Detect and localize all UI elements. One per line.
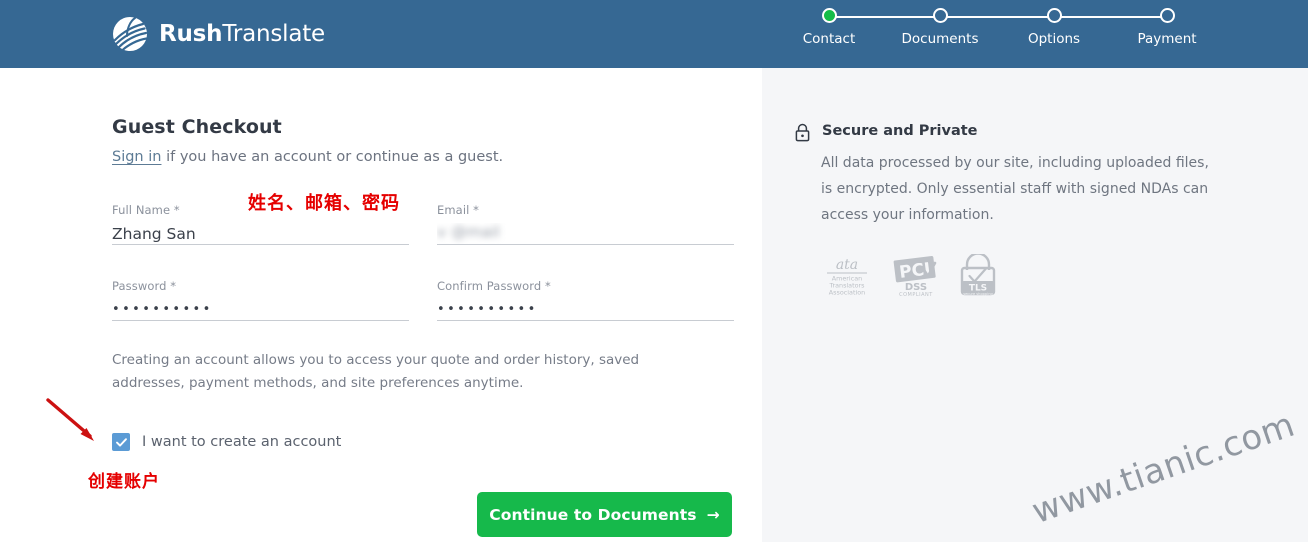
create-account-checkbox[interactable]: [112, 433, 130, 451]
ata-line-3: Association: [829, 289, 865, 297]
email-input[interactable]: v @mail: [437, 223, 734, 245]
security-info-panel: Secure and Private All data processed by…: [762, 68, 1308, 542]
confirm-password-label: Confirm Password *: [437, 279, 551, 293]
password-label: Password *: [112, 279, 177, 293]
checkout-stepper: Contact Documents Options Payment: [803, 8, 1197, 58]
confirm-password-field[interactable]: Confirm Password * ••••••••••: [437, 279, 734, 321]
confirm-password-input[interactable]: ••••••••••: [437, 299, 734, 321]
secure-private-title: Secure and Private: [822, 123, 978, 139]
brand-name-light: Translate: [222, 21, 325, 47]
continue-to-documents-button[interactable]: Continue to Documents →: [477, 492, 732, 537]
step-documents[interactable]: Documents: [880, 8, 1000, 47]
create-account-checkbox-label[interactable]: I want to create an account: [142, 434, 341, 450]
step-label-documents: Documents: [901, 31, 979, 47]
check-icon: [115, 437, 127, 447]
sign-in-link[interactable]: Sign in: [112, 149, 161, 165]
signin-prompt-rest: if you have an account or continue as a …: [161, 149, 504, 165]
step-options[interactable]: Options: [994, 8, 1114, 47]
step-contact[interactable]: Contact: [769, 8, 889, 47]
tls-badge: TLS secure shopping: [957, 252, 999, 302]
step-label-options: Options: [1027, 31, 1081, 47]
brand-name-bold: Rush: [159, 21, 223, 47]
annotation-arrow-icon: [46, 398, 94, 441]
checkout-page: RushTranslate Contact Documents Options …: [0, 0, 1308, 542]
ata-badge: ata American Translators Association: [819, 254, 875, 302]
step-payment[interactable]: Payment: [1107, 8, 1227, 47]
site-header: RushTranslate Contact Documents Options …: [0, 0, 1308, 68]
secure-private-heading: Secure and Private: [795, 122, 978, 142]
create-account-checkbox-row[interactable]: I want to create an account: [112, 433, 341, 451]
globe-swoosh-icon: [113, 17, 148, 52]
arrow-right-icon: →: [706, 505, 720, 524]
step-dot-options: [1046, 8, 1062, 23]
svg-text:COMPLIANT: COMPLIANT: [899, 292, 933, 298]
continue-button-label: Continue to Documents: [489, 505, 697, 524]
step-dot-contact: [821, 8, 837, 23]
svg-text:secure shopping: secure shopping: [963, 292, 993, 296]
step-dot-documents: [932, 8, 948, 23]
trust-badges: ata American Translators Association PCI…: [819, 252, 999, 302]
page-title: Guest Checkout: [112, 116, 282, 138]
annotation-create-account-note: 创建账户: [88, 472, 160, 492]
email-input-redacted-value: v @mail: [437, 223, 500, 241]
lock-icon: [795, 123, 810, 142]
password-field[interactable]: Password * ••••••••••: [112, 279, 409, 321]
step-dot-payment: [1159, 8, 1175, 23]
secure-private-body: All data processed by our site, includin…: [821, 155, 1209, 223]
email-label: Email *: [437, 203, 480, 217]
brand-logo[interactable]: RushTranslate: [110, 14, 325, 54]
brand-wordmark: RushTranslate: [159, 21, 325, 47]
step-label-payment: Payment: [1137, 31, 1197, 47]
signin-prompt: Sign in if you have an account or contin…: [112, 149, 503, 165]
step-label-contact: Contact: [802, 31, 856, 47]
svg-text:PCI: PCI: [898, 259, 931, 283]
password-input[interactable]: ••••••••••: [112, 299, 409, 321]
pci-dss-badge: PCI DSS COMPLIANT: [891, 254, 941, 302]
create-account-note: Creating an account allows you to access…: [112, 352, 640, 391]
full-name-input[interactable]: Zhang San: [112, 223, 409, 245]
email-field[interactable]: Email * v @mail: [437, 203, 734, 245]
svg-text:ata: ata: [836, 257, 858, 273]
annotation-fields-note: 姓名、邮箱、密码: [248, 193, 400, 214]
